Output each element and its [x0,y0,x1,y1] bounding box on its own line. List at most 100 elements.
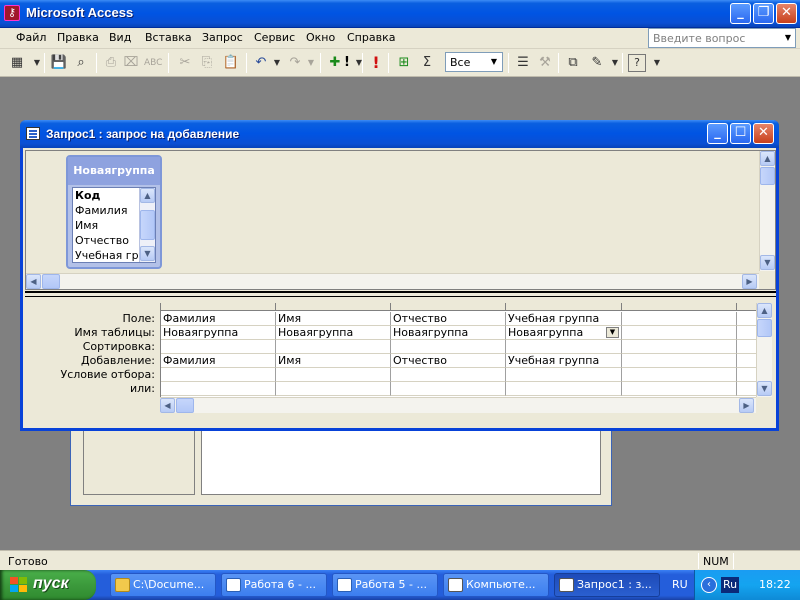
scroll-right-icon[interactable]: ▶ [739,398,754,413]
grid-cell-sort[interactable] [391,340,506,354]
grid-cell-sort[interactable] [506,340,622,354]
grid-cell-criteria[interactable] [276,368,391,382]
app-titlebar[interactable]: ⚷ Microsoft Access _ ❐ ✕ [0,0,800,28]
grid-cell-criteria[interactable] [737,368,756,382]
pane-splitter[interactable] [25,291,776,297]
grid-cell-criteria[interactable] [161,368,276,382]
grid-cell-table[interactable]: Новаягруппа [276,326,391,340]
column-selector[interactable] [161,303,276,311]
table-pane-hscroll[interactable]: ◀ ▶ [26,273,759,289]
grid-cell-field[interactable]: Имя [276,312,391,326]
menu-file[interactable]: Файл [16,31,46,44]
scroll-left-icon[interactable]: ◀ [160,398,175,413]
grid-cell-append[interactable]: Учебная группа [506,354,622,368]
taskbar-button[interactable]: Работа 5 - ... [332,573,438,597]
grid-cell-table[interactable]: Новаягруппа [161,326,276,340]
query-window[interactable]: Запрос1 : запрос на добавление _ ☐ ✕ Нов… [20,120,779,431]
scroll-down-icon[interactable]: ▼ [760,255,775,270]
clock[interactable]: 18:22 [759,578,791,591]
print-icon[interactable]: ⎙ [102,54,120,72]
grid-cell-table[interactable] [622,326,737,340]
undo-dropdown-icon[interactable]: ▼ [268,54,286,72]
show-hidden-icons-icon[interactable]: ‹ [701,577,717,593]
grid-cell-field[interactable] [737,312,756,326]
field-list-title[interactable]: Новаягруппа [68,157,160,185]
scroll-thumb[interactable] [42,274,60,289]
menu-window[interactable]: Окно [306,31,335,44]
menu-insert[interactable]: Вставка [145,31,192,44]
spelling-icon[interactable]: ABC [144,54,162,72]
taskbar-button-active[interactable]: Запрос1 : з... [554,573,660,597]
cut-icon[interactable]: ✂ [176,54,194,72]
grid-cell-append[interactable]: Фамилия [161,354,276,368]
column-selector[interactable] [391,303,506,311]
taskbar-button[interactable]: Работа 6 - ... [221,573,327,597]
scroll-left-icon[interactable]: ◀ [26,274,41,289]
grid-cell-field[interactable] [622,312,737,326]
restore-button[interactable]: ❐ [753,3,774,24]
query-minimize-button[interactable]: _ [707,123,728,144]
tray-language-icon[interactable]: Ru [721,577,739,593]
table-pane[interactable]: Новаягруппа Код Фамилия Имя Отчество Уче… [25,150,776,290]
menu-tools[interactable]: Сервис [254,31,295,44]
column-selector[interactable] [737,303,756,311]
ask-question-box[interactable]: Введите вопрос ▼ [648,28,796,48]
grid-cell-sort[interactable] [161,340,276,354]
show-table-icon[interactable]: ⊞ [395,54,413,72]
column-selector[interactable] [506,303,622,311]
taskbar-button[interactable]: C:\Docume... [110,573,216,597]
grid-cell-append[interactable] [622,354,737,368]
background-window[interactable] [70,420,612,506]
scroll-down-icon[interactable]: ▼ [140,246,155,261]
grid-cell-append[interactable] [737,354,756,368]
scroll-thumb[interactable] [140,210,155,240]
menu-view[interactable]: Вид [109,31,131,44]
grid-cell-or[interactable] [622,382,737,396]
save-icon[interactable]: 💾 [50,54,68,72]
chevron-down-icon[interactable]: ▼ [606,327,619,338]
grid-vscroll[interactable]: ▲ ▼ [756,303,772,397]
taskbar-button[interactable]: Компьюте... [443,573,549,597]
scroll-up-icon[interactable]: ▲ [760,151,775,166]
scroll-down-icon[interactable]: ▼ [757,381,772,396]
field-list-window[interactable]: Новаягруппа Код Фамилия Имя Отчество Уче… [66,155,162,269]
scroll-up-icon[interactable]: ▲ [140,188,155,203]
grid-hscroll[interactable]: ◀ ▶ [160,397,756,413]
top-values-combo[interactable]: Все ▼ [445,52,503,72]
copy-icon[interactable]: ⎘ [198,54,216,72]
help-icon[interactable]: ? [628,54,646,72]
view-icon[interactable]: ▦ [8,54,26,72]
grid-cell-criteria[interactable] [506,368,622,382]
minimize-button[interactable]: _ [730,3,751,24]
menu-query[interactable]: Запрос [202,31,243,44]
grid-cell-table-active[interactable]: Новаягруппа ▼ [506,326,622,340]
query-close-button[interactable]: ✕ [753,123,774,144]
search-file-icon[interactable]: ⌕ [72,54,90,72]
grid-cell-or[interactable] [276,382,391,396]
language-indicator[interactable]: RU [672,578,688,591]
totals-icon[interactable]: Σ [418,54,436,72]
scroll-right-icon[interactable]: ▶ [742,274,757,289]
query-type-dropdown-icon[interactable]: ▼ [350,54,368,72]
grid-cell-field[interactable]: Учебная группа [506,312,622,326]
paste-icon[interactable]: 📋 [222,54,240,72]
grid-cell-append[interactable]: Имя [276,354,391,368]
grid-cell-table[interactable]: Новаягруппа [391,326,506,340]
field-list-scrollbar[interactable]: ▲ ▼ [139,188,155,262]
query-maximize-button[interactable]: ☐ [730,123,751,144]
column-selector[interactable] [276,303,391,311]
access-key-icon[interactable]: ⚷ [4,5,20,21]
chevron-down-icon[interactable]: ▼ [487,54,501,70]
grid-cell-sort[interactable] [737,340,756,354]
print-preview-icon[interactable]: ⌧ [122,54,140,72]
grid-cell-field[interactable]: Отчество [391,312,506,326]
grid-cell-criteria[interactable] [622,368,737,382]
grid-cell-or[interactable] [161,382,276,396]
table-pane-vscroll[interactable]: ▲ ▼ [759,151,775,271]
grid-cell-criteria[interactable] [391,368,506,382]
menu-edit[interactable]: Правка [57,31,99,44]
grid-cell-sort[interactable] [622,340,737,354]
column-selector[interactable] [622,303,737,311]
grid-cell-field[interactable]: Фамилия [161,312,276,326]
new-object-icon[interactable]: ✎ [588,54,606,72]
